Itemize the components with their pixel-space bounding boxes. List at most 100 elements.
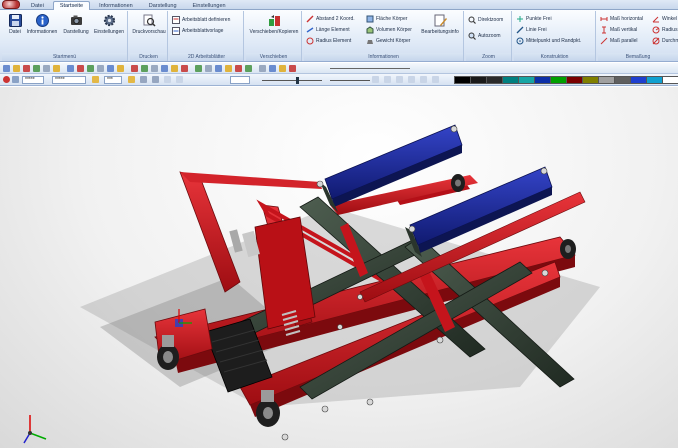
toolbar-tool-27-icon[interactable] xyxy=(279,65,286,72)
toolbar-tool-11-icon[interactable] xyxy=(107,65,114,72)
weight-icon xyxy=(366,37,374,45)
linetype-combo[interactable]: ***** xyxy=(22,76,44,84)
toolbar-tool-19-icon[interactable] xyxy=(195,65,202,72)
linewidth-combo[interactable]: ***** xyxy=(52,76,86,84)
darstellung-button[interactable]: Darstellung xyxy=(63,13,89,35)
group-verschieben: Verschieben/Kopieren Verschieben xyxy=(246,11,302,61)
group-startmenu: Datei Informationen Darstellung Einstell… xyxy=(2,11,128,61)
toolbar-tool-26-icon[interactable] xyxy=(269,65,276,72)
ortho-icon[interactable] xyxy=(176,76,183,83)
tab-informationen[interactable]: Informationen xyxy=(92,1,140,10)
einstellungen-button[interactable]: Einstellungen xyxy=(94,13,124,35)
arbeitsblatt-definieren-button[interactable]: Arbeitsblatt definieren xyxy=(172,15,230,24)
pen-icon[interactable] xyxy=(128,76,135,83)
toolbar-tool-17-icon[interactable] xyxy=(171,65,178,72)
bearbeitungsinfo-button[interactable]: Bearbeitungsinfo xyxy=(420,13,460,35)
toolbar-tool-25-icon[interactable] xyxy=(259,65,266,72)
toolbar-tool-10-icon[interactable] xyxy=(97,65,104,72)
3d-viewport[interactable] xyxy=(0,87,678,448)
lock-icon[interactable] xyxy=(92,76,99,83)
toolbar-tool-14-icon[interactable] xyxy=(141,65,148,72)
linie-frei-button[interactable]: Linie Frei xyxy=(516,25,547,34)
zoom-icon xyxy=(468,16,476,24)
zoom-out-icon[interactable] xyxy=(396,76,403,83)
radius-element-button[interactable]: Radius Element xyxy=(306,36,351,45)
rotate-icon[interactable] xyxy=(420,76,427,83)
slider-track-2[interactable] xyxy=(330,80,370,81)
length-icon xyxy=(306,26,314,34)
group-informationen: Abstand 2 Koord. Länge Element Radius El… xyxy=(304,11,464,61)
autozoom-button[interactable]: Autozoom xyxy=(468,31,501,40)
toolbar-tool-1-icon[interactable] xyxy=(3,65,10,72)
autozoom-icon xyxy=(468,32,476,40)
toolbar-tool-13-icon[interactable] xyxy=(131,65,138,72)
layer-icon[interactable] xyxy=(12,76,19,83)
toolbar-tool-4-icon[interactable] xyxy=(33,65,40,72)
zoom-in-icon[interactable] xyxy=(384,76,391,83)
flaeche-koerper-button[interactable]: Fläche Körper xyxy=(366,14,407,23)
toolbar-tool-24-icon[interactable] xyxy=(245,65,252,72)
tab-startseite[interactable]: Startseite xyxy=(52,1,91,10)
toolbar-tool-22-icon[interactable] xyxy=(225,65,232,72)
winkel-button[interactable]: Winkel xyxy=(652,14,677,23)
durchmesser-button[interactable]: Durchm. xyxy=(652,36,678,45)
group-bemassung: Maß horizontal Maß vertikal Maß parallel… xyxy=(598,11,678,61)
angle-icon xyxy=(652,15,660,23)
toolbar-tool-7-icon[interactable] xyxy=(67,65,74,72)
group-arbeitsblaetter: Arbeitsblatt definieren Arbeitsblattvorl… xyxy=(170,11,244,61)
toolbar-tool-16-icon[interactable] xyxy=(161,65,168,72)
arbeitsblattvorlage-button[interactable]: Arbeitsblattvorlage xyxy=(172,26,223,35)
move-copy-icon xyxy=(267,13,281,27)
measure-icon[interactable] xyxy=(372,76,379,83)
snap-icon[interactable] xyxy=(164,76,171,83)
abstand-button[interactable]: Abstand 2 Koord. xyxy=(306,14,355,23)
toolbar-tool-3-icon[interactable] xyxy=(23,65,30,72)
laenge-element-button[interactable]: Länge Element xyxy=(306,25,350,34)
direktzoom-button[interactable]: Direktzoom xyxy=(468,15,503,24)
toolbar-tool-8-icon[interactable] xyxy=(77,65,84,72)
hatch-icon[interactable] xyxy=(140,76,147,83)
toolbar-slider[interactable] xyxy=(330,68,410,69)
wheel-rear-left xyxy=(451,174,465,192)
toolbar-tool-21-icon[interactable] xyxy=(215,65,222,72)
grid-icon[interactable] xyxy=(152,76,159,83)
volumen-koerper-button[interactable]: Volumen Körper xyxy=(366,25,412,34)
toolbar-tool-28-icon[interactable] xyxy=(289,65,296,72)
ribbon-tab-strip: Datei Startseite Informationen Darstellu… xyxy=(0,0,678,10)
toolbar-tool-20-icon[interactable] xyxy=(205,65,212,72)
tab-einstellungen[interactable]: Einstellungen xyxy=(186,1,233,10)
tab-datei[interactable]: Datei xyxy=(24,1,51,10)
slider-track[interactable] xyxy=(262,80,322,81)
color-swatch-14[interactable] xyxy=(662,76,678,84)
informationen-button[interactable]: Informationen xyxy=(27,13,57,35)
mass-vertikal-button[interactable]: Maß vertikal xyxy=(600,25,637,34)
toolbar-tool-6-icon[interactable] xyxy=(53,65,60,72)
gewicht-koerper-button[interactable]: Gewicht Körper xyxy=(366,36,410,45)
color-combo[interactable]: *** xyxy=(104,76,122,84)
punkte-frei-button[interactable]: Punkte Frei xyxy=(516,14,552,23)
scale-combo[interactable] xyxy=(230,76,250,84)
toolbar-tool-18-icon[interactable] xyxy=(181,65,188,72)
record-icon[interactable] xyxy=(3,76,10,83)
verschieben-kopieren-button[interactable]: Verschieben/Kopieren xyxy=(250,13,298,35)
toolbar-tool-12-icon[interactable] xyxy=(117,65,124,72)
mass-horizontal-button[interactable]: Maß horizontal xyxy=(600,14,643,23)
pan-icon[interactable] xyxy=(408,76,415,83)
fit-icon[interactable] xyxy=(432,76,439,83)
toolbar-tool-9-icon[interactable] xyxy=(87,65,94,72)
application-menu-button[interactable] xyxy=(2,0,20,9)
mittelpunkt-randpunkt-button[interactable]: Mittelpunkt und Randpkt. xyxy=(516,36,581,45)
distance-icon xyxy=(306,15,314,23)
camera-icon xyxy=(69,13,83,27)
druckvorschau-button[interactable]: Druckvorschau xyxy=(132,13,166,35)
radius-button[interactable]: Radius xyxy=(652,25,678,34)
tab-darstellung[interactable]: Darstellung xyxy=(142,1,184,10)
datei-button[interactable]: Datei xyxy=(3,13,27,35)
toolbar-tool-15-icon[interactable] xyxy=(151,65,158,72)
toolbar-tool-5-icon[interactable] xyxy=(43,65,50,72)
mass-parallel-button[interactable]: Maß parallel xyxy=(600,36,638,45)
toolbar-tool-2-icon[interactable] xyxy=(13,65,20,72)
toolbar-tool-23-icon[interactable] xyxy=(235,65,242,72)
slider-thumb[interactable] xyxy=(296,77,299,84)
group-label-startmenu: Startmenü xyxy=(2,53,127,61)
